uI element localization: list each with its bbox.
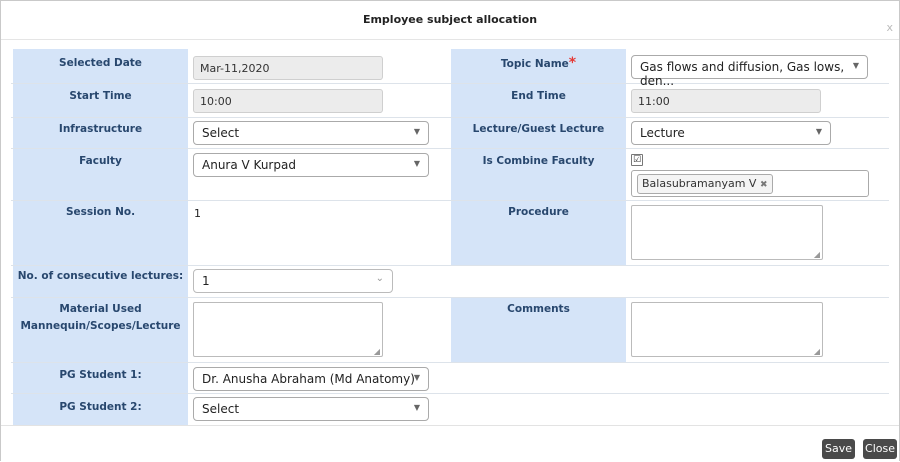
start-time-field[interactable]: 10:00 bbox=[193, 89, 383, 113]
row-divider bbox=[11, 117, 889, 118]
consecutive-lectures-value: 1 bbox=[202, 274, 210, 288]
combine-faculty-label: Is Combine Faculty bbox=[482, 155, 595, 167]
material-used-textarea[interactable]: ◢ bbox=[193, 302, 383, 357]
material-label-line1: Material Used bbox=[59, 303, 142, 315]
selected-date-label: Selected Date bbox=[59, 57, 142, 69]
close-icon[interactable]: x bbox=[886, 21, 893, 34]
combine-faculty-checkbox[interactable]: ☑ bbox=[631, 154, 643, 166]
dialog-title: Employee subject allocation bbox=[362, 13, 538, 26]
end-time-field[interactable]: 11:00 bbox=[631, 89, 821, 113]
combine-faculty-multiselect[interactable]: Balasubramanyam V ✖ bbox=[631, 170, 869, 197]
faculty-tag: Balasubramanyam V ✖ bbox=[637, 174, 773, 194]
row-divider bbox=[11, 297, 889, 298]
infrastructure-select[interactable]: Select ▼ bbox=[193, 121, 429, 145]
close-button[interactable]: Close bbox=[863, 439, 897, 459]
pg-student-1-select[interactable]: Dr. Anusha Abraham (Md Anatomy) ▼ bbox=[193, 367, 429, 391]
procedure-textarea[interactable]: ◢ bbox=[631, 205, 823, 260]
row-divider bbox=[11, 265, 889, 266]
pg-student-2-label: PG Student 2: bbox=[59, 401, 142, 413]
faculty-label: Faculty bbox=[79, 155, 122, 167]
chevron-down-icon: ⌄ bbox=[375, 273, 384, 284]
comments-textarea[interactable]: ◢ bbox=[631, 302, 823, 357]
chevron-down-icon: ▼ bbox=[815, 127, 822, 136]
session-no-label: Session No. bbox=[65, 206, 136, 218]
pg-student-2-select[interactable]: Select ▼ bbox=[193, 397, 429, 421]
dialog-titlebar: Employee subject allocation x bbox=[1, 1, 899, 40]
lecture-type-value: Lecture bbox=[640, 126, 685, 140]
consecutive-lectures-select[interactable]: 1 ⌄ bbox=[193, 269, 393, 293]
lecture-type-label: Lecture/Guest Lecture bbox=[472, 123, 605, 135]
row-divider bbox=[11, 362, 889, 363]
required-mark: * bbox=[568, 55, 577, 71]
pg-student-1-value: Dr. Anusha Abraham (Md Anatomy) bbox=[202, 372, 415, 386]
faculty-tag-label: Balasubramanyam V bbox=[642, 177, 757, 190]
pg-student-2-value: Select bbox=[202, 402, 240, 416]
chevron-down-icon: ▼ bbox=[413, 127, 420, 136]
pg-student-1-label: PG Student 1: bbox=[59, 369, 142, 381]
session-no-value: 1 bbox=[194, 207, 201, 220]
topic-name-label: Topic Name* bbox=[451, 55, 626, 73]
resize-grip-icon: ◢ bbox=[813, 347, 820, 356]
consecutive-lectures-label: No. of consecutive lectures: bbox=[17, 270, 184, 282]
save-button[interactable]: Save bbox=[822, 439, 855, 459]
start-time-label: Start Time bbox=[69, 90, 132, 102]
material-used-label: Material Used Mannequin/Scopes/Lecture bbox=[13, 301, 188, 335]
row-divider bbox=[11, 148, 889, 149]
resize-grip-icon: ◢ bbox=[373, 347, 380, 356]
employee-subject-allocation-dialog: Employee subject allocation x Selected D… bbox=[0, 0, 900, 462]
selected-date-field[interactable]: Mar-11,2020 bbox=[193, 56, 383, 80]
chevron-down-icon: ▼ bbox=[852, 61, 859, 70]
infrastructure-value: Select bbox=[202, 126, 240, 140]
infrastructure-label: Infrastructure bbox=[58, 123, 143, 135]
lecture-type-select[interactable]: Lecture ▼ bbox=[631, 121, 831, 145]
material-label-line2: Mannequin/Scopes/Lecture bbox=[20, 320, 181, 332]
row-divider bbox=[11, 83, 889, 84]
procedure-label: Procedure bbox=[508, 206, 569, 218]
topic-name-label-text: Topic Name bbox=[500, 58, 569, 70]
dialog-footer: Save Close bbox=[1, 425, 899, 462]
remove-tag-icon[interactable]: ✖ bbox=[760, 180, 768, 190]
topic-name-select[interactable]: Gas flows and diffusion, Gas lows, den..… bbox=[631, 55, 868, 88]
chevron-down-icon: ▼ bbox=[413, 373, 420, 382]
chevron-down-icon: ▼ bbox=[413, 159, 420, 168]
faculty-value: Anura V Kurpad bbox=[202, 158, 296, 172]
resize-grip-icon: ◢ bbox=[813, 250, 820, 259]
row-divider bbox=[11, 200, 889, 201]
comments-label: Comments bbox=[507, 303, 570, 315]
faculty-select[interactable]: Anura V Kurpad ▼ bbox=[193, 153, 429, 177]
row-divider bbox=[11, 393, 889, 394]
end-time-label: End Time bbox=[511, 90, 566, 102]
chevron-down-icon: ▼ bbox=[413, 403, 420, 412]
